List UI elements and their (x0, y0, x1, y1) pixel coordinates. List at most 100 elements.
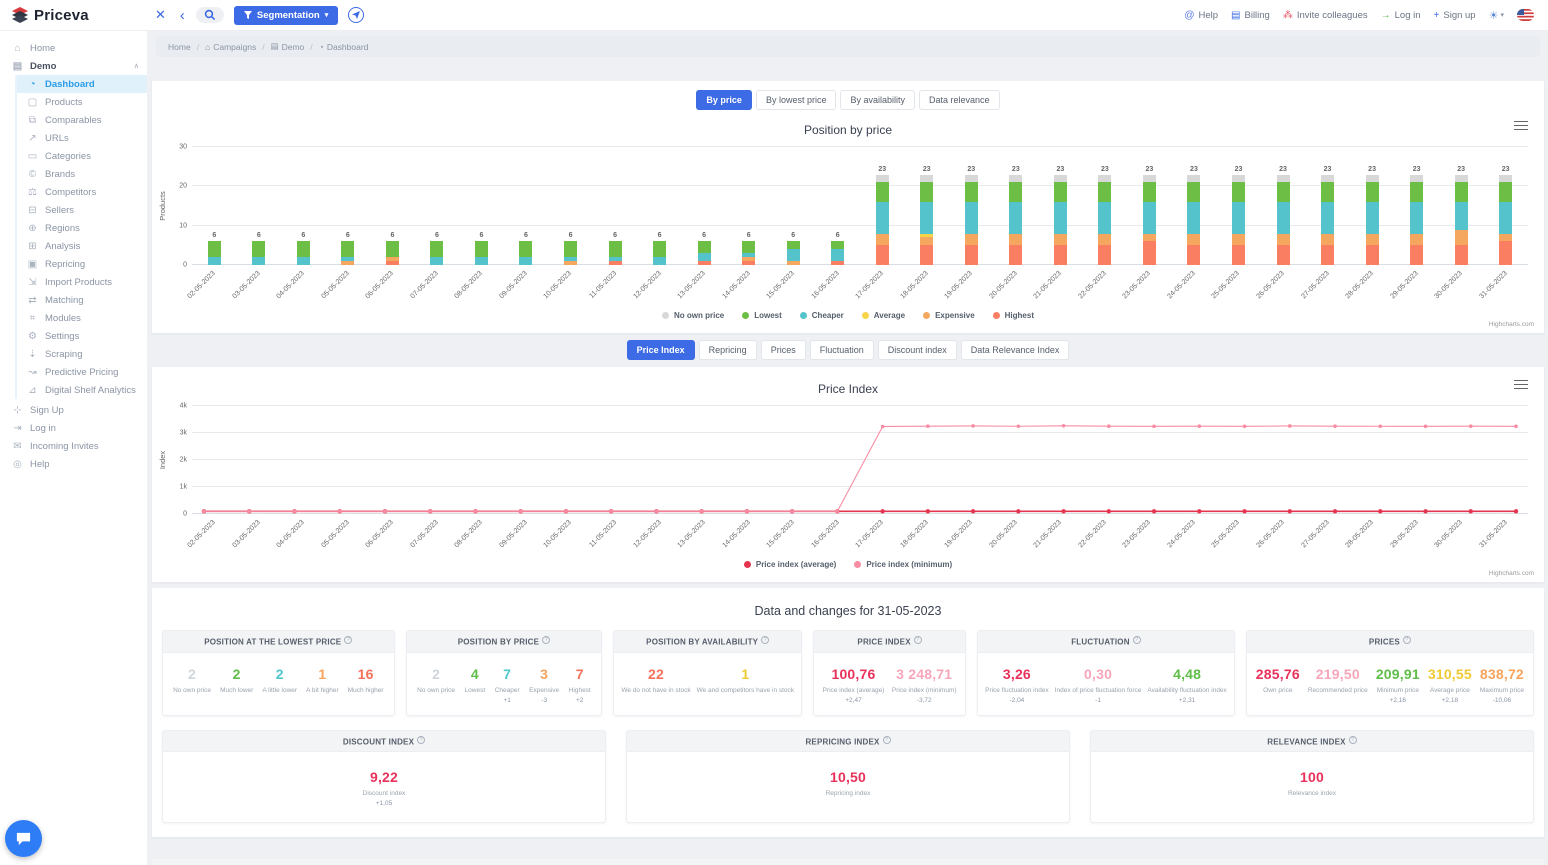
data-point[interactable] (428, 510, 432, 514)
sidebar-item-modules[interactable]: ⌗Modules (17, 309, 147, 327)
stacked-bar[interactable] (386, 241, 399, 265)
data-point[interactable] (1152, 509, 1156, 513)
header-link-billing[interactable]: ▤Billing (1231, 10, 1270, 21)
stacked-bar[interactable] (430, 241, 443, 265)
data-point[interactable] (655, 510, 659, 514)
help-tooltip-icon[interactable]: ? (1403, 636, 1411, 644)
stacked-bar[interactable] (742, 241, 755, 265)
sidebar-item-comparables[interactable]: ⧉Comparables (17, 111, 147, 129)
sidebar-item-regions[interactable]: ⊕Regions (17, 219, 147, 237)
help-tooltip-icon[interactable]: ? (542, 636, 550, 644)
sidebar-item-help[interactable]: ◎Help (0, 455, 147, 473)
data-point[interactable] (1288, 424, 1292, 428)
tab-data-relevance[interactable]: Data relevance (919, 90, 1000, 110)
stacked-bar[interactable] (475, 241, 488, 265)
data-point[interactable] (1107, 424, 1111, 428)
help-tooltip-icon[interactable]: ? (1349, 736, 1357, 744)
stacked-bar[interactable] (787, 241, 800, 265)
stacked-bar[interactable] (1187, 175, 1200, 265)
data-point[interactable] (926, 509, 930, 513)
tab-by-lowest-price[interactable]: By lowest price (756, 90, 837, 110)
data-point[interactable] (880, 509, 884, 513)
back-icon[interactable]: ‹ (180, 7, 185, 24)
sidebar-item-repricing[interactable]: ▣Repricing (17, 255, 147, 273)
tab-repricing[interactable]: Repricing (699, 340, 757, 360)
data-point[interactable] (383, 510, 387, 514)
data-point[interactable] (564, 510, 568, 514)
sidebar-item-brands[interactable]: ©Brands (17, 165, 147, 183)
breadcrumb-item-campaigns[interactable]: ⌂Campaigns (205, 42, 256, 52)
data-point[interactable] (926, 424, 930, 428)
stacked-bar[interactable] (965, 175, 978, 265)
stacked-bar[interactable] (831, 241, 844, 265)
data-point[interactable] (1017, 424, 1021, 428)
breadcrumb-item-dashboard[interactable]: ◔Dashboard (319, 42, 369, 52)
data-point[interactable] (881, 425, 885, 429)
stacked-bar[interactable] (519, 241, 532, 265)
tab-prices[interactable]: Prices (761, 340, 806, 360)
data-point[interactable] (202, 510, 206, 514)
data-point[interactable] (338, 510, 342, 514)
stacked-bar[interactable] (1277, 175, 1290, 265)
data-point[interactable] (1288, 509, 1292, 513)
data-point[interactable] (1242, 509, 1246, 513)
data-point[interactable] (971, 509, 975, 513)
tab-fluctuation[interactable]: Fluctuation (810, 340, 874, 360)
sidebar-item-sign-up[interactable]: ⊹Sign Up (0, 401, 147, 419)
stacked-bar[interactable] (653, 241, 666, 265)
legend-item-lowest[interactable]: Lowest (742, 311, 782, 320)
search-button[interactable] (196, 7, 224, 23)
data-point[interactable] (971, 424, 975, 428)
data-point[interactable] (609, 510, 613, 514)
data-point[interactable] (700, 510, 704, 514)
sidebar-item-digital-shelf-analytics[interactable]: ⊿Digital Shelf Analytics (17, 381, 147, 399)
sidebar-item-urls[interactable]: ↗URLs (17, 129, 147, 147)
sidebar-item-import-products[interactable]: ⇲Import Products (17, 273, 147, 291)
sidebar-item-home[interactable]: ⌂Home (0, 39, 147, 57)
data-point[interactable] (293, 510, 297, 514)
data-point[interactable] (1378, 509, 1382, 513)
stacked-bar[interactable] (876, 175, 889, 265)
header-link-log-in[interactable]: →Log in (1381, 10, 1421, 21)
sidebar-item-predictive-pricing[interactable]: ↝Predictive Pricing (17, 363, 147, 381)
data-point[interactable] (1514, 424, 1518, 428)
legend-item-average[interactable]: Average (862, 311, 905, 320)
data-point[interactable] (745, 510, 749, 514)
stacked-bar[interactable] (609, 241, 622, 265)
help-tooltip-icon[interactable]: ? (883, 736, 891, 744)
data-point[interactable] (1333, 424, 1337, 428)
stacked-bar[interactable] (920, 175, 933, 265)
sidebar-item-dashboard[interactable]: ◔Dashboard (17, 75, 147, 93)
tab-discount-index[interactable]: Discount index (878, 340, 957, 360)
data-point[interactable] (1016, 509, 1020, 513)
chart-context-menu-icon[interactable] (1514, 118, 1528, 133)
sidebar-item-competitors[interactable]: ⚖Competitors (17, 183, 147, 201)
stacked-bar[interactable] (252, 241, 265, 265)
data-point[interactable] (1152, 425, 1156, 429)
priceva-logo[interactable]: Priceva (0, 5, 148, 25)
legend-item-expensive[interactable]: Expensive (923, 311, 975, 320)
data-point[interactable] (1424, 425, 1428, 429)
sidebar-item-sellers[interactable]: ⊟Sellers (17, 201, 147, 219)
tab-by-price[interactable]: By price (696, 90, 752, 110)
tab-data-relevance-index[interactable]: Data Relevance Index (961, 340, 1070, 360)
help-tooltip-icon[interactable]: ? (344, 636, 352, 644)
chat-button[interactable] (5, 820, 42, 857)
tab-price-index[interactable]: Price Index (627, 340, 695, 360)
highcharts-credit[interactable]: Highcharts.com (152, 570, 1544, 580)
sidebar-item-analysis[interactable]: ⊞Analysis (17, 237, 147, 255)
telegram-button[interactable] (348, 7, 364, 23)
stacked-bar[interactable] (1054, 175, 1067, 265)
data-point[interactable] (836, 510, 840, 514)
stacked-bar[interactable] (1232, 175, 1245, 265)
chart-context-menu-icon[interactable] (1514, 377, 1528, 392)
legend-item-no-own-price[interactable]: No own price (662, 311, 724, 320)
legend-item-highest[interactable]: Highest (993, 311, 1034, 320)
collapse-icon[interactable]: ∧ (134, 62, 139, 70)
help-tooltip-icon[interactable]: ? (417, 736, 425, 744)
help-tooltip-icon[interactable]: ? (1133, 636, 1141, 644)
data-point[interactable] (1062, 424, 1066, 428)
sidebar-item-settings[interactable]: ⚙Settings (17, 327, 147, 345)
sidebar-item-categories[interactable]: ▭Categories (17, 147, 147, 165)
stacked-bar[interactable] (1098, 175, 1111, 265)
